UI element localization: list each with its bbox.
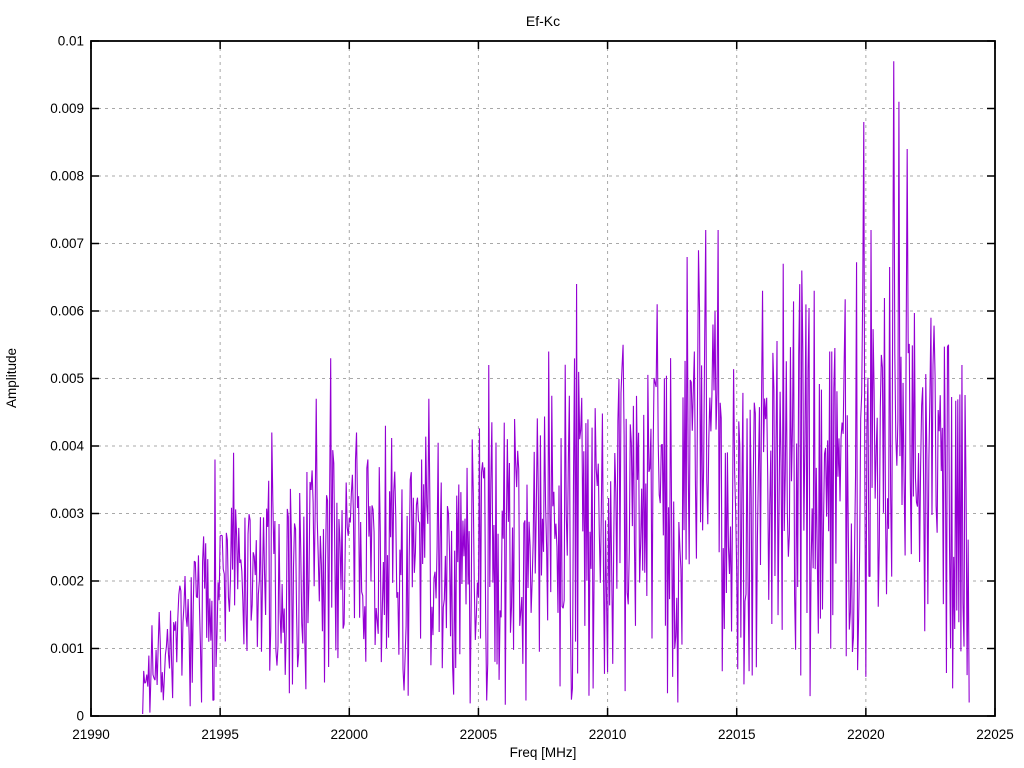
spectrum-chart: 21990 21995 22000 22005 22010 22015 22020 22025… [4,13,1014,760]
data-trace [142,61,970,714]
y-tick-label: 0.009 [50,101,84,116]
chart-title: Ef-Kc [526,13,560,29]
y-tick-label: 0.001 [50,641,84,656]
x-tick-label: 21995 [201,727,239,742]
x-tick-label: 22000 [331,727,369,742]
y-tick-label: 0.01 [58,34,84,49]
y-tick-label: 0.002 [50,574,84,589]
x-tick-label: 22010 [589,727,627,742]
y-tick-label: 0.008 [50,169,84,184]
y-tick-label: 0.003 [50,506,84,521]
x-axis-label: Freq [MHz] [510,745,577,760]
y-tick-label: 0.006 [50,304,84,319]
x-tick-label: 22015 [718,727,756,742]
y-tick-label: 0.005 [50,371,84,386]
chart-figure: 21990 21995 22000 22005 22010 22015 22020 22025… [0,0,1024,768]
x-tick-label: 22005 [460,727,498,742]
series-layer [142,61,970,714]
y-axis-label: Amplitude [4,348,19,408]
tick-label-layer: 21990 21995 22000 22005 22010 22015 22020 22025… [50,34,1014,743]
y-tick-label: 0.007 [50,236,84,251]
x-tick-label: 22025 [976,727,1014,742]
y-tick-label: 0.004 [50,439,84,454]
grid-layer [91,41,995,716]
y-tick-label: 0 [76,709,84,724]
x-tick-label: 22020 [847,727,885,742]
x-tick-label: 21990 [72,727,110,742]
